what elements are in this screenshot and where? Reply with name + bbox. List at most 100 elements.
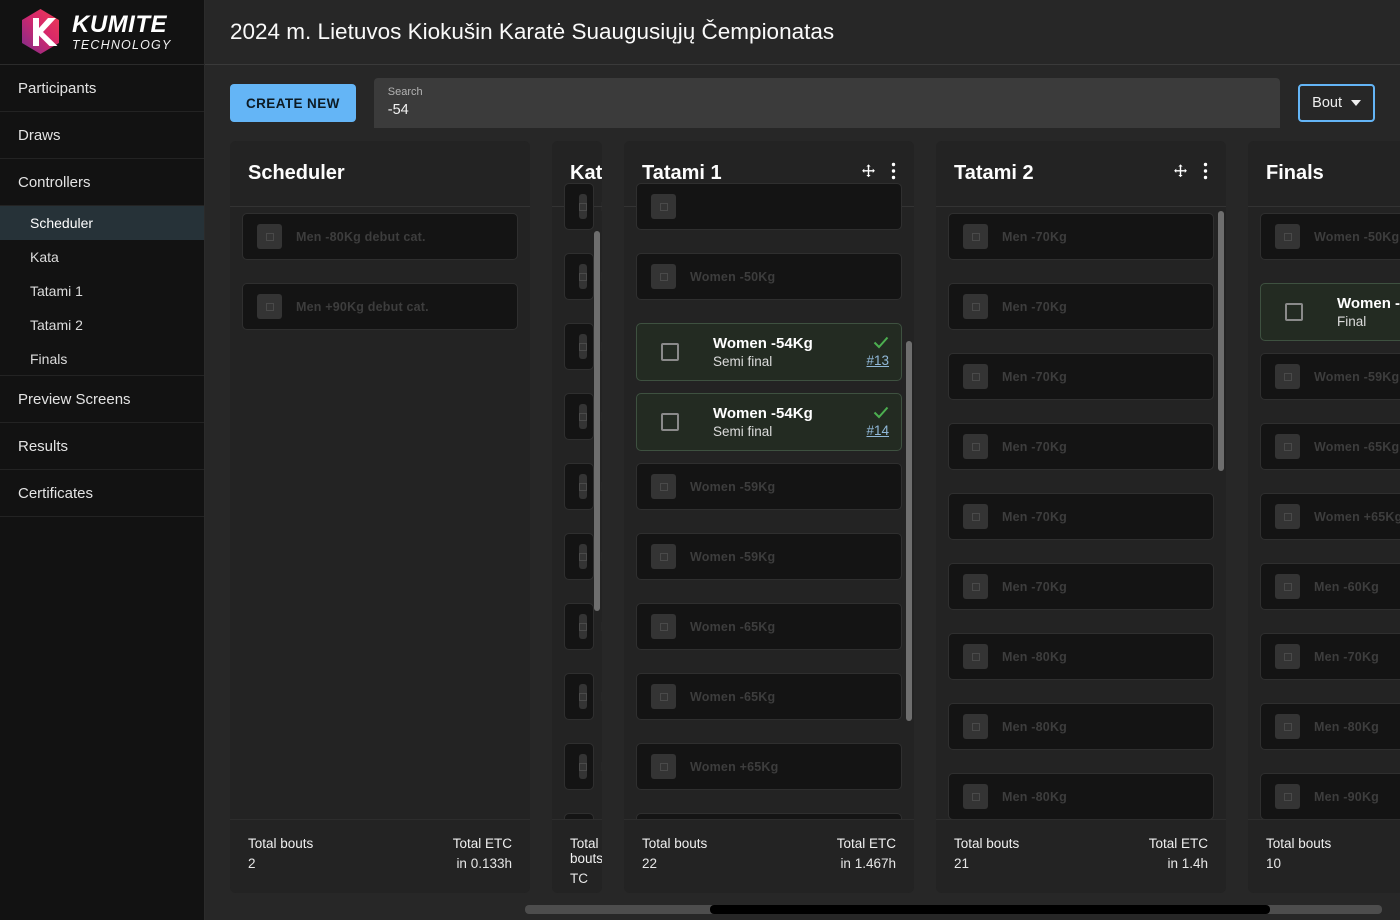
bout-card-placeholder[interactable]: Men -70Kg — [948, 213, 1214, 260]
sidebar-item-scheduler[interactable]: Scheduler — [0, 206, 204, 240]
bout-card-placeholder[interactable]: Kata — [564, 813, 594, 819]
sidebar-item-kata[interactable]: Kata — [0, 240, 204, 274]
bout-card-placeholder[interactable]: Kata — [564, 183, 594, 230]
bout-checkbox[interactable] — [1285, 303, 1303, 321]
sidebar-item-label: Draws — [18, 127, 61, 144]
bout-card-placeholder[interactable]: Kata — [564, 743, 594, 790]
bout-card-placeholder[interactable]: Men +90Kg debut cat. — [242, 283, 518, 330]
create-new-button[interactable]: CREATE NEW — [230, 84, 356, 122]
placeholder-checkbox-icon — [1275, 574, 1300, 599]
bout-card-placeholder[interactable]: Men -90Kg — [1260, 773, 1400, 819]
column-title: Tatami 2 — [954, 162, 1172, 185]
sidebar-item-participants[interactable]: Participants — [0, 65, 204, 112]
bout-category-placeholder: Women -50Kg — [1314, 230, 1399, 244]
bout-category-placeholder: Men -60Kg — [1314, 580, 1379, 594]
bout-card-placeholder[interactable]: Men -70Kg — [948, 493, 1214, 540]
bout-card-placeholder[interactable]: Men -80Kg — [948, 633, 1214, 680]
sidebar-item-tatami-2[interactable]: Tatami 2 — [0, 308, 204, 342]
bout-card-placeholder[interactable]: Kata — [564, 393, 594, 440]
bout-card-placeholder[interactable]: Women -65Kg — [636, 603, 902, 650]
bout-card-placeholder[interactable]: Kata — [564, 603, 594, 650]
bout-card-active[interactable]: Women -54KgSemi final#14 — [636, 393, 902, 451]
bout-card-placeholder[interactable]: Kata — [564, 673, 594, 720]
vertical-scrollbar[interactable] — [594, 231, 600, 611]
bout-category-placeholder: Kata — [601, 760, 602, 774]
column-header-actions — [1172, 162, 1208, 185]
placeholder-checkbox-icon — [579, 544, 587, 569]
horizontal-scrollbar-thumb[interactable] — [710, 905, 1270, 914]
vertical-scrollbar[interactable] — [1218, 211, 1224, 471]
bout-card-placeholder[interactable]: Men -70Kg — [948, 353, 1214, 400]
bout-card-placeholder[interactable]: Women -65Kg — [1260, 423, 1400, 470]
bout-filter-dropdown[interactable]: Bout — [1298, 84, 1375, 122]
check-icon — [873, 406, 889, 421]
more-vertical-icon[interactable] — [1203, 162, 1208, 185]
bout-card-placeholder[interactable] — [636, 813, 902, 819]
bout-card-placeholder[interactable]: Women +65Kg — [636, 743, 902, 790]
bout-card-placeholder[interactable]: Kata — [564, 323, 594, 370]
more-vertical-icon[interactable] — [891, 162, 896, 185]
bout-card-placeholder[interactable]: Kata — [564, 463, 594, 510]
bout-category-placeholder: Kata — [601, 200, 602, 214]
bout-card-placeholder[interactable]: Women +65Kg — [1260, 493, 1400, 540]
bout-category-placeholder: Women -59Kg — [690, 550, 775, 564]
bout-card-placeholder[interactable] — [636, 183, 902, 230]
horizontal-scrollbar[interactable] — [525, 905, 1382, 914]
sidebar-item-label: Finals — [30, 351, 67, 367]
sidebar-item-finals[interactable]: Finals — [0, 342, 204, 376]
placeholder-checkbox-icon — [1275, 784, 1300, 809]
bout-card-placeholder[interactable]: Women -59Kg — [636, 463, 902, 510]
bout-card-active[interactable]: Women -54KgSemi final#13 — [636, 323, 902, 381]
bout-number-link[interactable]: #13 — [866, 353, 889, 368]
bout-number-link[interactable]: #14 — [866, 423, 889, 438]
bout-card-placeholder[interactable]: Kata — [564, 253, 594, 300]
bout-checkbox[interactable] — [661, 343, 679, 361]
bout-card-placeholder[interactable]: Women -59Kg — [636, 533, 902, 580]
search-label: Search — [388, 85, 1266, 99]
bout-category-placeholder: Women -65Kg — [690, 690, 775, 704]
brand-subtitle: TECHNOLOGY — [72, 39, 172, 52]
bout-card-placeholder[interactable]: Men -70Kg — [948, 283, 1214, 330]
search-field[interactable]: Search — [374, 78, 1280, 128]
bout-card-placeholder[interactable]: Men -70Kg — [948, 423, 1214, 470]
bout-card-placeholder[interactable]: Men -80Kg — [948, 773, 1214, 819]
sidebar-item-controllers[interactable]: Controllers — [0, 159, 204, 206]
bout-card-placeholder[interactable]: Women -50Kg — [1260, 213, 1400, 260]
bout-card-placeholder[interactable]: Men -70Kg — [1260, 633, 1400, 680]
sidebar-item-certificates[interactable]: Certificates — [0, 470, 204, 517]
bout-card-placeholder[interactable]: Women -50Kg — [636, 253, 902, 300]
bout-card-placeholder[interactable]: Women -65Kg — [636, 673, 902, 720]
move-icon[interactable] — [860, 163, 877, 185]
placeholder-checkbox-icon — [1275, 714, 1300, 739]
column-finals: FinalsWomen -50KgWomen -54KgFinalWomen -… — [1248, 141, 1400, 893]
column-scheduler: SchedulerMen -80Kg debut cat.Men +90Kg d… — [230, 141, 530, 893]
brand-name: KUMITE — [72, 13, 172, 37]
sidebar-item-label: Participants — [18, 80, 96, 97]
sidebar-item-tatami-1[interactable]: Tatami 1 — [0, 274, 204, 308]
sidebar-item-results[interactable]: Results — [0, 423, 204, 470]
move-icon[interactable] — [1172, 163, 1189, 185]
bout-card-placeholder[interactable]: Men -60Kg — [1260, 563, 1400, 610]
bout-card-active[interactable]: Women -54KgFinal — [1260, 283, 1400, 341]
bout-category-placeholder: Men -80Kg — [1002, 720, 1067, 734]
brand-logo[interactable]: KUMITE TECHNOLOGY — [0, 0, 204, 65]
bout-category-placeholder: Women -59Kg — [1314, 370, 1399, 384]
bout-card-placeholder[interactable]: Kata — [564, 533, 594, 580]
bout-category-placeholder: Kata — [601, 620, 602, 634]
sidebar-item-label: Controllers — [18, 174, 91, 191]
total-bouts-label: Total bouts — [248, 836, 313, 851]
bout-category-placeholder: Kata — [601, 410, 602, 424]
sidebar-item-label: Kata — [30, 249, 59, 265]
search-input[interactable] — [388, 99, 1266, 121]
column-header: Tatami 2 — [936, 141, 1226, 207]
footer-values-row: 2in 0.133h — [248, 856, 512, 871]
vertical-scrollbar[interactable] — [906, 341, 912, 721]
bout-card-placeholder[interactable]: Women -59Kg — [1260, 353, 1400, 400]
sidebar-item-preview-screens[interactable]: Preview Screens — [0, 376, 204, 423]
bout-card-placeholder[interactable]: Men -80Kg — [1260, 703, 1400, 750]
bout-card-placeholder[interactable]: Men -80Kg — [948, 703, 1214, 750]
bout-card-placeholder[interactable]: Men -80Kg debut cat. — [242, 213, 518, 260]
sidebar-item-draws[interactable]: Draws — [0, 112, 204, 159]
bout-card-placeholder[interactable]: Men -70Kg — [948, 563, 1214, 610]
bout-checkbox[interactable] — [661, 413, 679, 431]
